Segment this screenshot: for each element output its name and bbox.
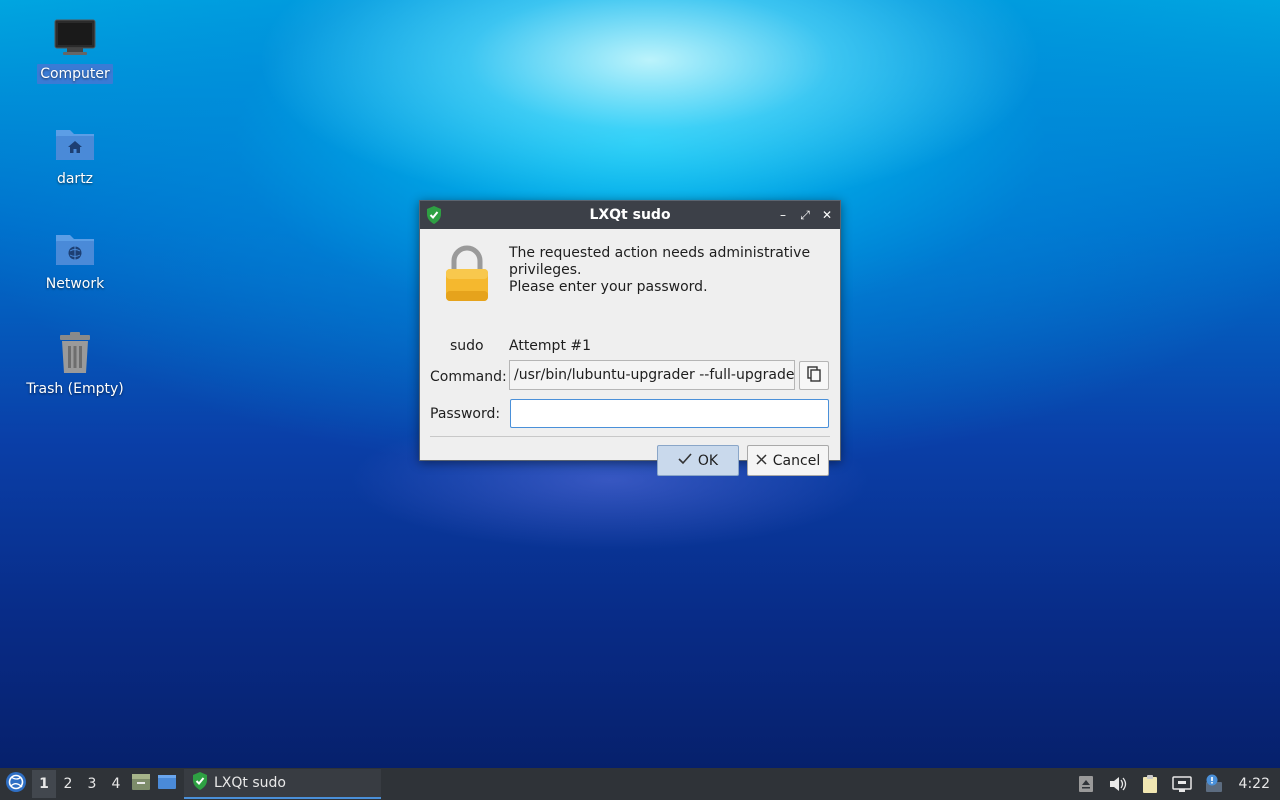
shield-check-icon — [426, 206, 442, 228]
taskbar-task-lxqt-sudo[interactable]: LXQt sudo — [184, 769, 381, 799]
desktop-icon-trash[interactable]: Trash (Empty) — [20, 329, 130, 399]
network-folder-icon — [51, 224, 99, 272]
quicklaunch-show-desktop[interactable] — [154, 770, 180, 798]
desktop-icon-network[interactable]: Network — [20, 224, 130, 294]
lock-icon — [444, 245, 490, 309]
copy-icon — [807, 365, 821, 386]
close-button[interactable]: ✕ — [820, 208, 834, 222]
clock[interactable]: 4:22 — [1239, 776, 1270, 792]
ok-button[interactable]: OK — [657, 445, 739, 476]
network-wired-icon[interactable] — [1171, 773, 1193, 795]
clipboard-icon[interactable] — [1139, 773, 1161, 795]
quicklaunch-file-manager[interactable] — [128, 770, 154, 798]
workspace-2[interactable]: 2 — [56, 770, 80, 798]
workspace-4[interactable]: 4 — [104, 770, 128, 798]
sudo-dialog: LXQt sudo – ⤢ ✕ sudo The requested actio… — [419, 200, 841, 476]
copy-command-button[interactable] — [799, 361, 829, 390]
system-tray: 4:22 — [1075, 773, 1280, 795]
update-notifier-icon[interactable] — [1203, 773, 1225, 795]
file-manager-icon — [131, 773, 151, 795]
home-folder-icon — [51, 119, 99, 167]
desktop-icon-home[interactable]: dartz — [20, 119, 130, 189]
message-line: privileges. — [509, 262, 582, 278]
dialog-titlebar[interactable]: LXQt sudo – ⤢ ✕ — [420, 201, 840, 229]
message-line: Please enter your password. — [509, 279, 708, 295]
cancel-label: Cancel — [772, 452, 821, 469]
main-menu-button[interactable] — [0, 768, 32, 800]
divider — [430, 436, 830, 437]
command-label: Command: — [430, 369, 507, 385]
attempt-counter: Attempt #1 — [509, 338, 592, 354]
maximize-button[interactable]: ⤢ — [798, 208, 812, 222]
shield-check-icon — [192, 772, 208, 794]
trash-icon — [51, 329, 99, 377]
password-input[interactable] — [510, 399, 829, 428]
message-line: The requested action needs administrativ… — [509, 245, 811, 261]
volume-icon[interactable] — [1107, 773, 1129, 795]
desktop-icon-label: dartz — [56, 171, 94, 187]
lubuntu-logo-icon — [5, 771, 27, 797]
cancel-x-icon — [756, 453, 767, 469]
desktop-icon-label: Network — [45, 276, 105, 292]
desktop-icon-label: Trash (Empty) — [26, 381, 124, 397]
checkmark-icon — [678, 452, 692, 469]
ok-label: OK — [697, 452, 719, 469]
task-label: LXQt sudo — [214, 775, 286, 791]
desktop-icon-label: Computer — [37, 64, 113, 84]
desktop-icon — [157, 773, 177, 795]
workspace-3[interactable]: 3 — [80, 770, 104, 798]
dialog-message: The requested action needs administrativ… — [509, 245, 839, 296]
computer-icon — [51, 14, 99, 62]
lock-caption: sudo — [450, 338, 484, 354]
command-field[interactable]: /usr/bin/lubuntu-upgrader --full-upgrade — [509, 360, 795, 390]
eject-icon[interactable] — [1075, 773, 1097, 795]
desktop-icon-computer[interactable]: Computer — [20, 14, 130, 84]
password-label: Password: — [430, 406, 501, 422]
minimize-button[interactable]: – — [776, 208, 790, 222]
taskbar: 1 2 3 4 LXQt sudo 4:22 — [0, 768, 1280, 800]
workspace-1[interactable]: 1 — [32, 770, 56, 798]
cancel-button[interactable]: Cancel — [747, 445, 829, 476]
